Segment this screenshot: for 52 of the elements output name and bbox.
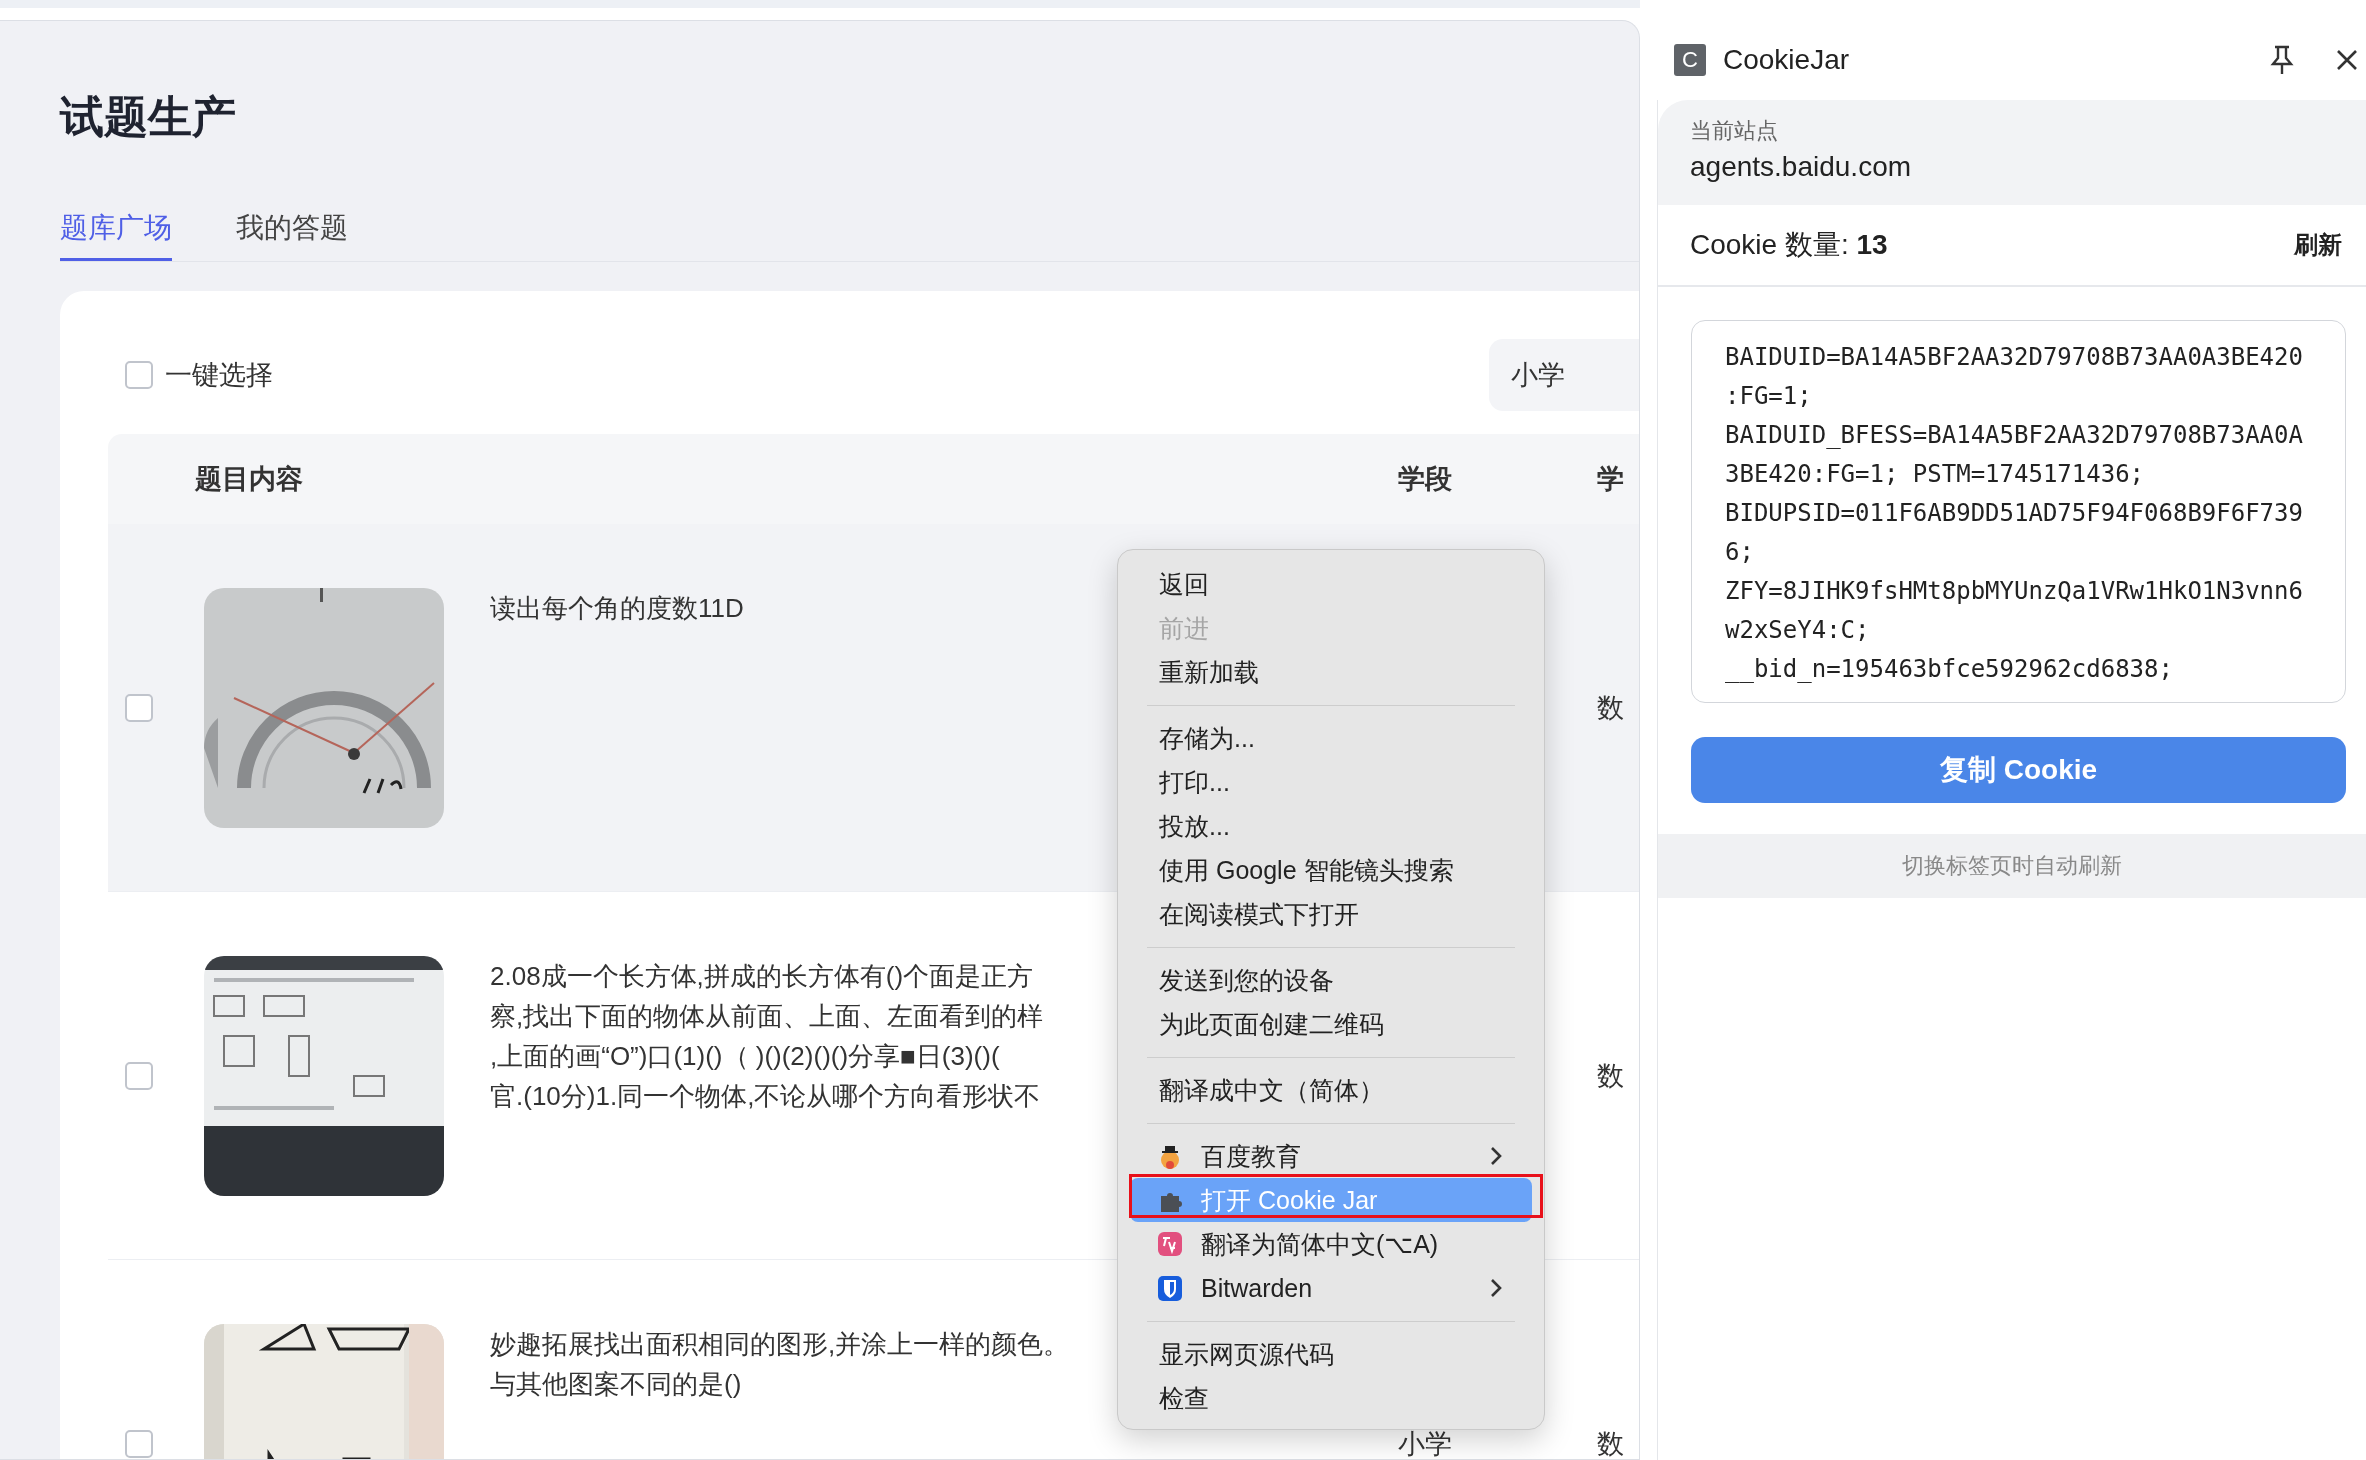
question-text: ,上面的画“O”)口(1)()（ )()(2)()()分享■日(3)()( [490, 1039, 1001, 1073]
question-text: 妙趣拓展找出面积相同的图形,并涂上一样的颜色。 [490, 1327, 1070, 1361]
translate-icon [1157, 1230, 1183, 1258]
menu-item[interactable]: 存储为... [1130, 716, 1532, 760]
menu-item[interactable]: 使用 Google 智能镜头搜索 [1130, 848, 1532, 892]
question-text: 官.(10分)1.同一个物体,不论从哪个方向看形状不 [490, 1079, 1042, 1113]
cookie-count: Cookie 数量: 13 [1690, 228, 1888, 262]
site-label: 当前站点 [1690, 117, 1779, 145]
table-cell-text: 数 [1597, 1059, 1624, 1093]
column-header: 题目内容 [195, 463, 304, 496]
table-cell-text: 数 [1597, 1427, 1624, 1459]
menu-item[interactable]: 发送到您的设备 [1130, 958, 1532, 1002]
question-text: 与其他图案不同的是() [490, 1367, 743, 1401]
chevron-icon [1490, 1278, 1502, 1298]
cookie-textarea[interactable]: BAIDUID=BA14A5BF2AA32D79708B73AA0A3BE420 :FG=1; BAIDUID_BFESS=BA14A5BF2AA32D79708B73AA0A 3BE420:FG=1; PSTM=1745171436; BIDUPSID=011F6AB9DD51AD75F94F068B9F6F739 6; ZFY=8JIHK9fsHMt8pbMYUnzQa1VRw1HkO1N3vnn6 w2xSeY4:C; __bid_n=195463bfce592962cd6838; [1691, 320, 2346, 703]
copy-button[interactable]: 复制 Cookie [1691, 737, 2346, 803]
app-logo: C [1674, 44, 1706, 76]
checkbox[interactable] [125, 361, 153, 389]
stage-dropdown[interactable]: 小学 [1489, 339, 1639, 411]
panel-title: CookieJar [1723, 44, 1850, 76]
menu-item[interactable]: 为此页面创建二维码 [1130, 1002, 1532, 1046]
tab[interactable]: 题库广场 [60, 208, 172, 261]
table-cell-text: 数 [1597, 691, 1624, 725]
question-text: 察,找出下面的物体从前面、上面、左面看到的样 [490, 999, 1044, 1033]
select-all-label: 一键选择 [165, 359, 273, 392]
menu-item[interactable]: Bitwarden [1130, 1266, 1532, 1310]
question-text: 2.08成一个长方体,拼成的长方体有()个面是正方 [490, 959, 1035, 993]
refresh-link[interactable]: 刷新 [2294, 229, 2342, 261]
checkbox[interactable] [125, 1061, 153, 1090]
menu-item[interactable]: 投放... [1130, 804, 1532, 848]
menu-item[interactable]: 检查 [1130, 1376, 1532, 1420]
menu-item[interactable]: 返回 [1130, 562, 1532, 606]
close-icon[interactable] [2336, 49, 2358, 71]
menu-item[interactable]: 打印... [1130, 760, 1532, 804]
menu-item[interactable]: 重新加载 [1130, 650, 1532, 694]
column-header: 学 [1597, 463, 1625, 496]
page-title: 试题生产 [60, 91, 237, 143]
menu-item[interactable]: 在阅读模式下打开 [1130, 892, 1532, 936]
checkbox[interactable] [125, 1429, 153, 1458]
shield-icon [1157, 1274, 1183, 1302]
table-cell-text: 小学 [1398, 1427, 1452, 1459]
footer-note: 切换标签页时自动刷新 [1658, 834, 2366, 898]
tab[interactable]: 我的答题 [236, 208, 348, 261]
question-text: 读出每个角的度数11D [490, 591, 744, 625]
menu-item[interactable]: 百度教育 [1130, 1134, 1532, 1178]
menu-item[interactable]: 翻译成中文（简体） [1130, 1068, 1532, 1112]
menu-item[interactable]: 显示网页源代码 [1130, 1332, 1532, 1376]
site-domain: agents.baidu.com [1690, 150, 1913, 184]
pin-icon[interactable] [2270, 45, 2294, 75]
chevron-icon [1490, 1146, 1502, 1166]
checkbox[interactable] [125, 693, 153, 722]
column-header: 学段 [1398, 463, 1453, 496]
